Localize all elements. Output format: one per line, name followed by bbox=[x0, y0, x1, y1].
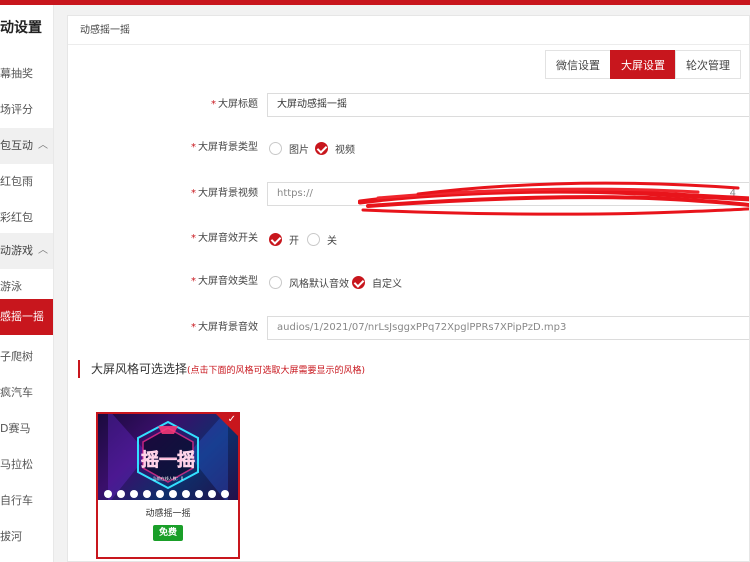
audio-switch-label: 大屏音效开关 bbox=[198, 233, 258, 244]
tab-round-management[interactable]: 轮次管理 bbox=[675, 50, 741, 79]
row-bg-video: * 大屏背景视频 https://4 bbox=[68, 182, 749, 206]
bg-audio-input[interactable]: audios/1/2021/07/nrLsJsggxPPq72XpglPPRs7… bbox=[267, 316, 749, 340]
screen-title-input[interactable]: 大屏动感摇一摇 bbox=[267, 93, 749, 117]
sidebar-item-tug[interactable]: 拔河 bbox=[0, 519, 53, 555]
sidebar-item-bike[interactable]: 自行车 bbox=[0, 483, 53, 519]
radio-checked-icon bbox=[315, 141, 328, 155]
row-screen-title: * 大屏标题 大屏动感摇一摇 bbox=[68, 93, 749, 117]
radio-circle bbox=[269, 275, 282, 289]
check-icon: ✓ bbox=[227, 414, 236, 425]
bg-type-label: 大屏背景类型 bbox=[198, 142, 258, 153]
sidebar: 动设置 幕抽奖 场评分 包互动 ︿ 红包雨 彩红包 动游戏 ︿ 游泳 感摇一摇 子爬… bbox=[0, 5, 54, 562]
panel-title: 动感摇一摇 bbox=[68, 16, 749, 45]
sidebar-group-redpacket[interactable]: 包互动 ︿ bbox=[0, 128, 53, 164]
audio-default-radio[interactable]: 风格默认音效 bbox=[269, 274, 349, 290]
radio-circle bbox=[307, 232, 320, 246]
settings-panel: 动感摇一摇 微信设置 大屏设置 轮次管理 * 大屏标题 大屏动感摇一摇 * 大屏背景… bbox=[67, 15, 750, 562]
top-accent-bar bbox=[0, 0, 750, 5]
sidebar-item-shake[interactable]: 感摇一摇 bbox=[0, 299, 53, 335]
thumbnail-caption: 当前在线人数：0 bbox=[153, 475, 184, 481]
free-badge: 免费 bbox=[153, 525, 183, 541]
bg-video-label: 大屏背景视频 bbox=[198, 188, 258, 199]
sidebar-item-tree[interactable]: 子爬树 bbox=[0, 339, 53, 375]
sidebar-title: 动设置 bbox=[0, 20, 42, 36]
settings-tabs: 微信设置 大屏设置 轮次管理 bbox=[545, 50, 741, 79]
bg-type-image-radio[interactable]: 图片 bbox=[269, 140, 309, 156]
radio-checked-icon bbox=[352, 275, 365, 289]
bg-type-video-radio[interactable]: 视频 bbox=[315, 140, 355, 156]
thumbnail-title: 摇一摇 bbox=[141, 449, 195, 471]
sidebar-item-lottery[interactable]: 幕抽奖 bbox=[0, 56, 53, 92]
audio-off-radio[interactable]: 关 bbox=[307, 231, 337, 247]
sidebar-item-color-redpacket[interactable]: 彩红包 bbox=[0, 200, 53, 236]
screen-title-label: 大屏标题 bbox=[218, 99, 258, 110]
row-audio-type: * 大屏音效类型 风格默认音效 自定义 bbox=[191, 274, 402, 290]
chevron-up-icon: ︿ bbox=[38, 245, 48, 256]
sidebar-item-rating[interactable]: 场评分 bbox=[0, 92, 53, 128]
bg-audio-label: 大屏背景音效 bbox=[198, 322, 258, 333]
sidebar-item-car[interactable]: 疯汽车 bbox=[0, 375, 53, 411]
style-hint: (点击下面的风格可选取大屏需要显示的风格) bbox=[187, 366, 366, 376]
sidebar-item-redpacket-rain[interactable]: 红包雨 bbox=[0, 164, 53, 200]
sidebar-item-marathon[interactable]: 马拉松 bbox=[0, 447, 53, 483]
style-card[interactable]: 摇一摇 当前在线人数：0 ✓ 动感摇一摇 免费 bbox=[96, 412, 240, 559]
tab-wechat-settings[interactable]: 微信设置 bbox=[545, 50, 611, 79]
sidebar-group-games[interactable]: 动游戏 ︿ bbox=[0, 233, 53, 269]
row-audio-switch: * 大屏音效开关 开 关 bbox=[191, 231, 337, 247]
style-section-heading: 大屏风格可选选择(点击下面的风格可选取大屏需要显示的风格) bbox=[78, 360, 365, 378]
style-name: 动感摇一摇 bbox=[145, 509, 191, 519]
bg-video-input[interactable]: https://4 bbox=[267, 182, 749, 206]
chevron-up-icon: ︿ bbox=[38, 140, 48, 151]
sidebar-item-horse[interactable]: D赛马 bbox=[0, 411, 53, 447]
radio-circle bbox=[269, 141, 282, 155]
tab-screen-settings[interactable]: 大屏设置 bbox=[610, 50, 676, 79]
audio-type-label: 大屏音效类型 bbox=[198, 276, 258, 287]
audio-custom-radio[interactable]: 自定义 bbox=[352, 274, 402, 290]
audio-on-radio[interactable]: 开 bbox=[269, 231, 299, 247]
row-bg-audio: * 大屏背景音效 audios/1/2021/07/nrLsJsggxPPq72X… bbox=[68, 316, 749, 340]
row-bg-type: * 大屏背景类型 图片 视频 bbox=[191, 140, 355, 156]
radio-checked-icon bbox=[269, 232, 282, 246]
